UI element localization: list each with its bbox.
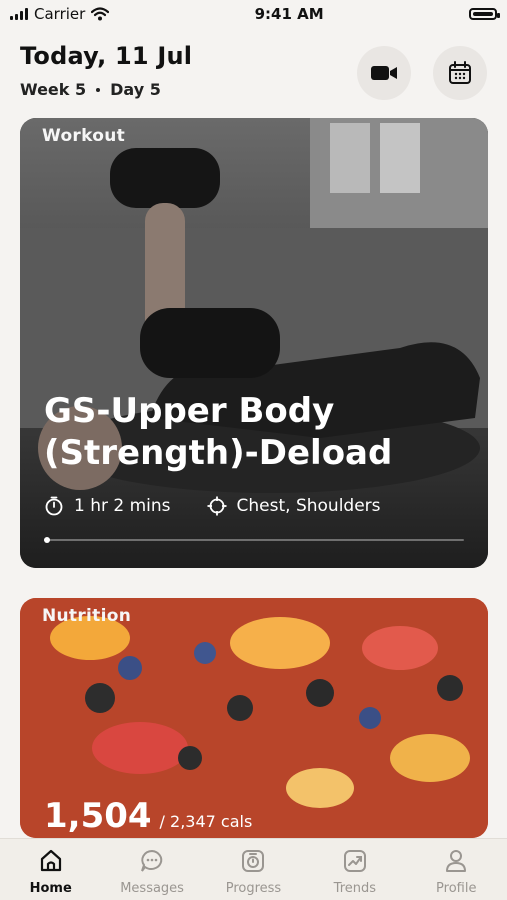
profile-icon <box>446 850 467 872</box>
workout-muscles: Chest, Shoulders <box>236 496 381 516</box>
carrier-text: Carrier <box>34 5 86 23</box>
tab-home-label: Home <box>29 881 72 896</box>
tab-trends-label: Trends <box>333 881 377 896</box>
page-header: Today, 11 Jul Week 5 Day 5 <box>20 42 487 112</box>
workout-label: Workout <box>42 126 126 146</box>
calories-consumed: 1,504 <box>44 796 152 836</box>
message-icon <box>141 849 163 872</box>
workout-card[interactable]: Workout GS-Upper Body (Strength)-Deload … <box>20 118 488 568</box>
bottom-tab-bar: Home Messages Progress Trends Profile <box>0 838 507 900</box>
week-day-subtitle: Week 5 Day 5 <box>20 80 487 99</box>
workout-progress-bar <box>44 537 464 543</box>
separator-dot <box>96 87 101 92</box>
page-title: Today, 11 Jul <box>20 42 193 70</box>
week-label: Week 5 <box>20 80 87 99</box>
tab-profile-label: Profile <box>436 881 477 896</box>
tab-messages-label: Messages <box>120 881 184 896</box>
home-icon <box>40 849 61 872</box>
battery-icon <box>468 8 500 20</box>
workout-duration: 1 hr 2 mins <box>74 496 171 516</box>
signal-icon <box>10 8 28 20</box>
calories-target: / 2,347 cals <box>159 812 253 831</box>
workout-title: GS-Upper Body (Strength)-Deload <box>44 391 393 473</box>
video-button[interactable] <box>357 46 411 100</box>
workout-meta: 1 hr 2 mins Chest, Shoulders <box>44 496 381 516</box>
wifi-icon <box>91 7 110 21</box>
video-camera-icon <box>371 66 397 80</box>
trends-icon <box>343 850 366 872</box>
status-bar: Carrier 9:41 AM <box>0 0 507 28</box>
status-left: Carrier <box>10 5 110 23</box>
tab-messages[interactable]: Messages <box>107 847 197 896</box>
tab-progress[interactable]: Progress <box>208 847 298 896</box>
tab-trends[interactable]: Trends <box>310 847 400 896</box>
tab-profile[interactable]: Profile <box>411 847 501 896</box>
nutrition-card[interactable]: Nutrition 1,504 / 2,347 cals <box>20 598 488 838</box>
tab-progress-label: Progress <box>225 881 282 896</box>
progress-knob <box>44 537 50 543</box>
target-icon <box>207 496 227 516</box>
timer-icon <box>45 496 63 516</box>
day-label: Day 5 <box>110 80 161 99</box>
clock-text: 9:41 AM <box>254 5 324 23</box>
calories-summary: 1,504 / 2,347 cals <box>44 796 252 836</box>
nutrition-label: Nutrition <box>42 606 132 626</box>
tab-home[interactable]: Home <box>6 847 96 896</box>
calendar-icon <box>449 61 471 84</box>
calendar-button[interactable] <box>433 46 487 100</box>
progress-icon <box>242 850 265 872</box>
